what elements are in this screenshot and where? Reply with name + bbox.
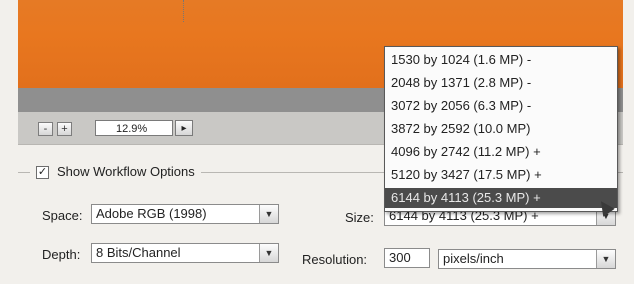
space-label: Space: <box>42 208 83 223</box>
zoom-level-field[interactable]: 12.9% <box>95 120 173 136</box>
zoom-in-button[interactable]: + <box>57 122 72 136</box>
size-option-selected[interactable]: 6144 by 4113 (25.3 MP) + <box>385 188 617 208</box>
size-option[interactable]: 1530 by 1024 (1.6 MP) - <box>385 50 617 70</box>
show-workflow-checkbox[interactable]: ✓ <box>36 165 49 179</box>
resolution-unit-value: pixels/inch <box>443 251 504 266</box>
resolution-input[interactable]: 300 <box>384 248 430 268</box>
zoom-out-button[interactable]: - <box>38 122 53 136</box>
depth-label: Depth: <box>42 247 81 262</box>
size-dropdown-list: 1530 by 1024 (1.6 MP) - 2048 by 1371 (2.… <box>384 46 618 212</box>
depth-select[interactable]: 8 Bits/Channel ▼ <box>91 243 279 263</box>
chevron-down-icon: ▼ <box>259 244 278 262</box>
resolution-label: Resolution: <box>302 252 368 267</box>
size-option[interactable]: 4096 by 2742 (11.2 MP) + <box>385 142 617 162</box>
show-workflow-label: Show Workflow Options <box>57 164 195 179</box>
chevron-down-icon: ▼ <box>259 205 278 223</box>
depth-value: 8 Bits/Channel <box>96 245 181 260</box>
size-option[interactable]: 3072 by 2056 (6.3 MP) - <box>385 96 617 116</box>
camera-raw-dialog: - + 12.9% ▸ ✓ Show Workflow Options Spac… <box>0 0 634 284</box>
zoom-menu-button[interactable]: ▸ <box>175 120 193 136</box>
size-label: Size: <box>345 210 374 225</box>
workflow-options-header: ✓ Show Workflow Options <box>30 163 201 181</box>
preview-guide-line <box>183 0 184 22</box>
size-option[interactable]: 5120 by 3427 (17.5 MP) + <box>385 165 617 185</box>
resolution-unit-select[interactable]: pixels/inch ▼ <box>438 249 616 269</box>
size-option[interactable]: 2048 by 1371 (2.8 MP) - <box>385 73 617 93</box>
space-select[interactable]: Adobe RGB (1998) ▼ <box>91 204 279 224</box>
size-option[interactable]: 3872 by 2592 (10.0 MP) <box>385 119 617 139</box>
chevron-down-icon: ▼ <box>596 250 615 268</box>
space-value: Adobe RGB (1998) <box>96 206 207 221</box>
